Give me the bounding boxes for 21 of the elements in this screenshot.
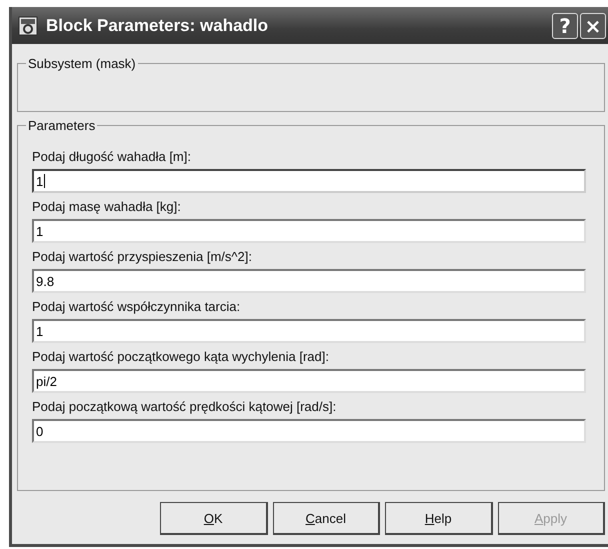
input-field[interactable]: 1 xyxy=(32,219,586,243)
field-label: Podaj wartość początkowego kąta wychylenia [rad]: xyxy=(32,349,330,364)
input-field[interactable]: 0 xyxy=(32,419,586,443)
help-button[interactable]: ? xyxy=(552,12,578,38)
input-field[interactable]: 1 xyxy=(32,319,586,343)
input-field[interactable]: 1 xyxy=(32,169,586,193)
input-field[interactable]: pi/2 xyxy=(32,369,586,393)
input-field[interactable]: 9.8 xyxy=(32,269,586,293)
group-title: Subsystem (mask) xyxy=(27,56,137,71)
close-button[interactable]: × xyxy=(580,12,606,38)
dialog-button[interactable]: Help xyxy=(385,502,492,535)
field-label: Podaj początkową wartość prędkości kątowej [rad/s]: xyxy=(32,399,338,414)
window-title: Block Parameters: wahadlo xyxy=(46,16,270,36)
field-label: Podaj masę wahadła [kg]: xyxy=(32,199,182,214)
field-label: Podaj długość wahadła [m]: xyxy=(32,149,192,164)
field-label: Podaj wartość przyspieszenia [m/s^2]: xyxy=(32,249,253,264)
group-title: Parameters xyxy=(27,118,96,133)
dialog-button[interactable]: Cancel xyxy=(272,502,380,535)
window-icon xyxy=(18,16,38,36)
field-label: Podaj wartość współczynnika tarcia: xyxy=(32,299,242,314)
dialog-button[interactable]: OK xyxy=(160,502,268,535)
